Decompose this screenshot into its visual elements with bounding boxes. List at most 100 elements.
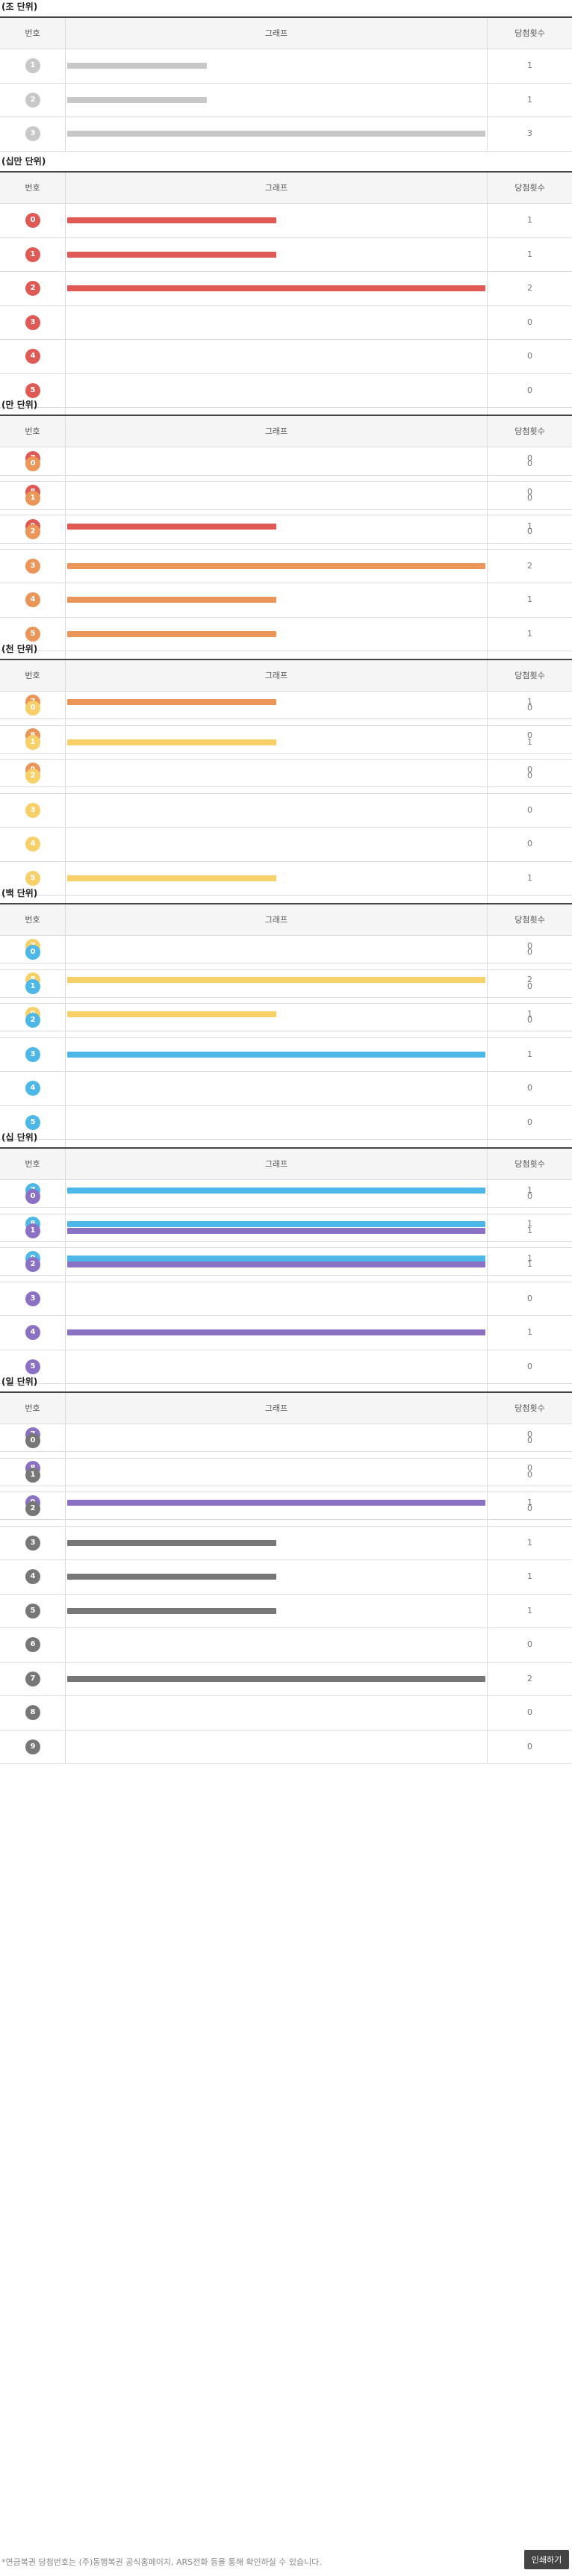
graph-cell <box>66 549 488 583</box>
header-graph: 그래프 <box>264 183 288 193</box>
header-count: 당첨횟수 <box>515 28 545 38</box>
frequency-bar <box>67 1329 485 1336</box>
count-cell: 0 <box>488 1282 572 1316</box>
table-row: 50 <box>0 1105 572 1140</box>
number-cell: 8 <box>0 1696 66 1730</box>
number-cell: 9 <box>0 1730 66 1763</box>
win-count: 0 <box>527 1293 532 1303</box>
graph-cell <box>66 1628 488 1662</box>
table-row: 80 <box>0 1696 572 1731</box>
number-ball: 2 <box>25 1257 40 1273</box>
win-count: 0 <box>527 527 532 536</box>
graph-cell <box>66 1316 488 1350</box>
number-cell: 3 <box>0 1282 66 1315</box>
number-cell: 5 <box>0 1594 66 1627</box>
graph-cell <box>66 447 488 481</box>
count-cell: 0 <box>488 1628 572 1662</box>
graph-cell <box>66 1594 488 1627</box>
number-cell: 3 <box>0 1037 66 1071</box>
table-row: 31 <box>0 1526 572 1560</box>
header-count-cell: 당첨횟수 <box>488 1149 572 1179</box>
number-ball: 3 <box>25 802 40 818</box>
table-row: 50 <box>0 1350 572 1384</box>
frequency-bar <box>67 63 207 69</box>
header-number-cell: 번호 <box>0 1393 66 1424</box>
win-count: 0 <box>527 1361 532 1371</box>
number-ball: 2 <box>25 769 40 784</box>
win-count: 1 <box>527 1327 532 1337</box>
win-count: 0 <box>527 1191 532 1201</box>
footnote: *연금복권 당첨번호는 (주)동행복권 공식홈페이지, ARS전화 등을 통해 … <box>1 2557 322 2567</box>
graph-cell <box>66 1248 488 1282</box>
count-cell: 1 <box>488 1038 572 1072</box>
table-row: 40 <box>0 828 572 862</box>
win-count: 0 <box>527 317 532 327</box>
graph-cell <box>66 1560 488 1594</box>
section-title: (천 단위) <box>1 644 38 654</box>
count-cell: 0 <box>488 447 572 481</box>
number-ball: 1 <box>25 1223 40 1238</box>
print-button[interactable]: 인쇄하기 <box>524 2550 569 2569</box>
section-title: (조 단위) <box>1 1 38 12</box>
table-row: 30 <box>0 1282 572 1316</box>
graph-cell <box>66 117 488 151</box>
table-row: 20 <box>0 515 572 550</box>
table-row: 41 <box>0 583 572 618</box>
frequency-bar <box>67 1539 276 1546</box>
win-count: 0 <box>527 459 532 468</box>
header-number: 번호 <box>25 426 40 436</box>
graph-cell <box>66 49 488 83</box>
win-count: 0 <box>527 492 532 503</box>
table-row: 22 <box>0 272 572 306</box>
win-count: 2 <box>527 560 532 571</box>
number-cell: 2 <box>0 1492 66 1526</box>
number-cell: 1 <box>0 725 66 759</box>
lottery-digit-stats-page: (조 단위) 번호 그래프 당첨횟수 1 1 2 1 3 3 (십만 단위) 번호 그래프 당첨횟수 0 1 1… <box>0 0 572 2576</box>
header-number: 번호 <box>25 1159 40 1169</box>
frequency-bar <box>67 1574 276 1580</box>
section-title: (일 단위) <box>1 1377 38 1387</box>
count-cell: 2 <box>488 550 572 583</box>
win-count: 0 <box>527 703 532 713</box>
count-cell: 0 <box>488 692 572 725</box>
count-cell: 0 <box>488 1180 572 1214</box>
header-count-cell: 당첨횟수 <box>488 18 572 49</box>
table-row: 51 <box>0 861 572 896</box>
win-count: 1 <box>527 1605 532 1616</box>
header-number-cell: 번호 <box>0 416 66 447</box>
header-count-cell: 당첨횟수 <box>488 904 572 935</box>
table-row: 00 <box>0 1180 572 1214</box>
table-row: 51 <box>0 617 572 651</box>
number-ball: 3 <box>25 126 40 142</box>
header-graph: 그래프 <box>264 1159 288 1169</box>
number-cell: 2 <box>0 1004 66 1037</box>
table-row: 41 <box>0 1560 572 1595</box>
count-cell: 1 <box>488 84 572 117</box>
frequency-bar <box>67 562 485 569</box>
graph-cell <box>66 1662 488 1695</box>
win-count: 0 <box>527 981 532 991</box>
number-ball: 0 <box>25 945 40 960</box>
graph-cell <box>66 1105 488 1139</box>
table-row: 40 <box>0 340 572 374</box>
win-count: 1 <box>527 249 532 259</box>
graph-cell <box>66 861 488 895</box>
count-cell: 0 <box>488 760 572 793</box>
header-graph-cell: 그래프 <box>66 904 488 935</box>
frequency-bar <box>67 875 276 881</box>
frequency-bar <box>67 131 485 137</box>
count-cell: 2 <box>488 272 572 305</box>
table-row: 60 <box>0 1628 572 1663</box>
win-count: 1 <box>527 736 532 747</box>
graph-cell <box>66 793 488 827</box>
number-ball: 5 <box>25 870 40 886</box>
number-ball: 4 <box>25 837 40 852</box>
number-ball: 0 <box>25 701 40 716</box>
number-cell: 2 <box>0 515 66 549</box>
table-header: 번호 그래프 당첨횟수 <box>0 18 572 49</box>
table-row: 21 <box>0 83 572 117</box>
frequency-bar <box>67 1607 276 1614</box>
table-header: 번호 그래프 당첨횟수 <box>0 416 572 447</box>
header-graph: 그래프 <box>264 426 288 436</box>
number-ball: 4 <box>25 1569 40 1585</box>
